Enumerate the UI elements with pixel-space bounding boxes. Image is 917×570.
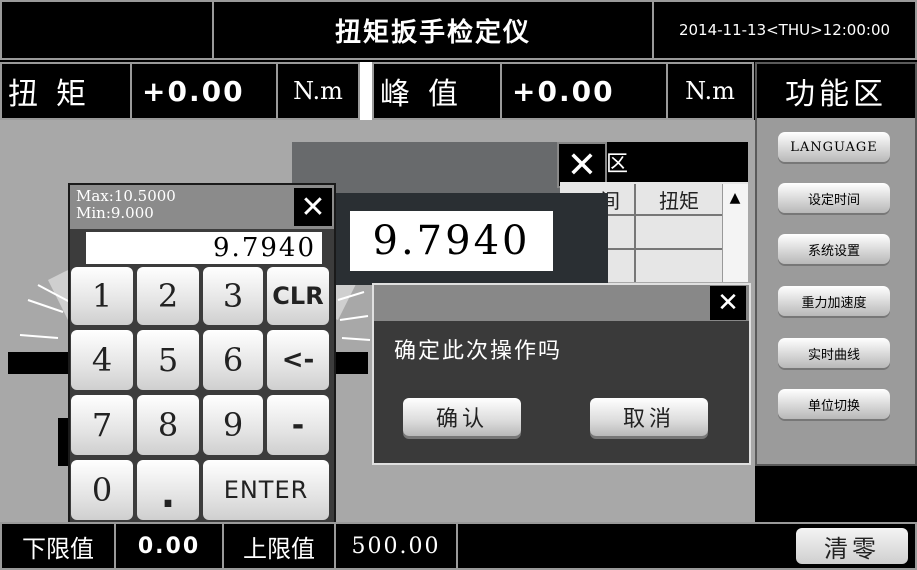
keypad-display: 9.7940 xyxy=(86,232,322,264)
confirm-dialog-header xyxy=(374,285,749,321)
keypad-max: Max:10.5000 xyxy=(76,187,176,205)
key-3[interactable]: 3 xyxy=(203,267,263,325)
function-panel-title: 功能区 xyxy=(757,64,915,118)
key-decimal[interactable]: . xyxy=(137,460,199,520)
peak-label: 峰值 xyxy=(372,62,502,120)
confirm-ok-button[interactable]: 确认 xyxy=(403,398,521,436)
torque-unit: N.m xyxy=(276,62,360,120)
torque-value: +0.00 xyxy=(130,62,278,120)
language-button[interactable]: LANGUAGE xyxy=(778,132,890,162)
key-clear[interactable]: CLR xyxy=(267,267,329,325)
close-icon[interactable]: ✕ xyxy=(294,188,332,226)
key-7[interactable]: 7 xyxy=(71,395,133,455)
arrow-up-icon[interactable]: ▲ xyxy=(722,184,748,212)
unit-switch-button[interactable]: 单位切换 xyxy=(778,389,890,419)
key-minus[interactable]: - xyxy=(267,395,329,455)
key-enter[interactable]: ENTER xyxy=(203,460,329,520)
system-settings-button[interactable]: 系统设置 xyxy=(778,234,890,264)
app-title: 扭矩扳手检定仪 xyxy=(212,0,654,60)
confirm-cancel-button[interactable]: 取消 xyxy=(590,398,708,436)
key-2[interactable]: 2 xyxy=(137,267,199,325)
gravity-acceleration-button[interactable]: 重力加速度 xyxy=(778,286,890,316)
peak-value: +0.00 xyxy=(500,62,668,120)
table-header-torque: 扭矩 xyxy=(634,184,722,216)
value-popup-display: 9.7940 xyxy=(350,211,553,271)
key-4[interactable]: 4 xyxy=(71,330,133,390)
lower-limit-label: 下限值 xyxy=(0,522,116,570)
lower-limit-value[interactable]: 0.00 xyxy=(114,522,224,570)
keypad-min: Min:9.000 xyxy=(76,204,154,222)
key-8[interactable]: 8 xyxy=(137,395,199,455)
torque-label: 扭矩 xyxy=(0,62,132,120)
key-9[interactable]: 9 xyxy=(203,395,263,455)
key-6[interactable]: 6 xyxy=(203,330,263,390)
clear-button[interactable]: 清零 xyxy=(796,528,908,564)
top-bar-blank-cell xyxy=(0,0,214,60)
key-5[interactable]: 5 xyxy=(137,330,199,390)
close-icon[interactable]: ✕ xyxy=(710,286,746,320)
key-0[interactable]: 0 xyxy=(71,460,133,520)
confirm-message: 确定此次操作吗 xyxy=(394,339,563,364)
key-1[interactable]: 1 xyxy=(71,267,133,325)
realtime-curve-button[interactable]: 实时曲线 xyxy=(778,338,890,368)
datetime-display: 2014-11-13<THU>12:00:00 xyxy=(652,0,917,60)
upper-limit-value[interactable]: 500.00 xyxy=(334,522,458,570)
key-backspace[interactable]: <- xyxy=(267,330,329,390)
set-time-button[interactable]: 设定时间 xyxy=(778,183,890,213)
upper-limit-label: 上限值 xyxy=(222,522,336,570)
separator xyxy=(360,62,372,120)
peak-unit: N.m xyxy=(666,62,754,120)
